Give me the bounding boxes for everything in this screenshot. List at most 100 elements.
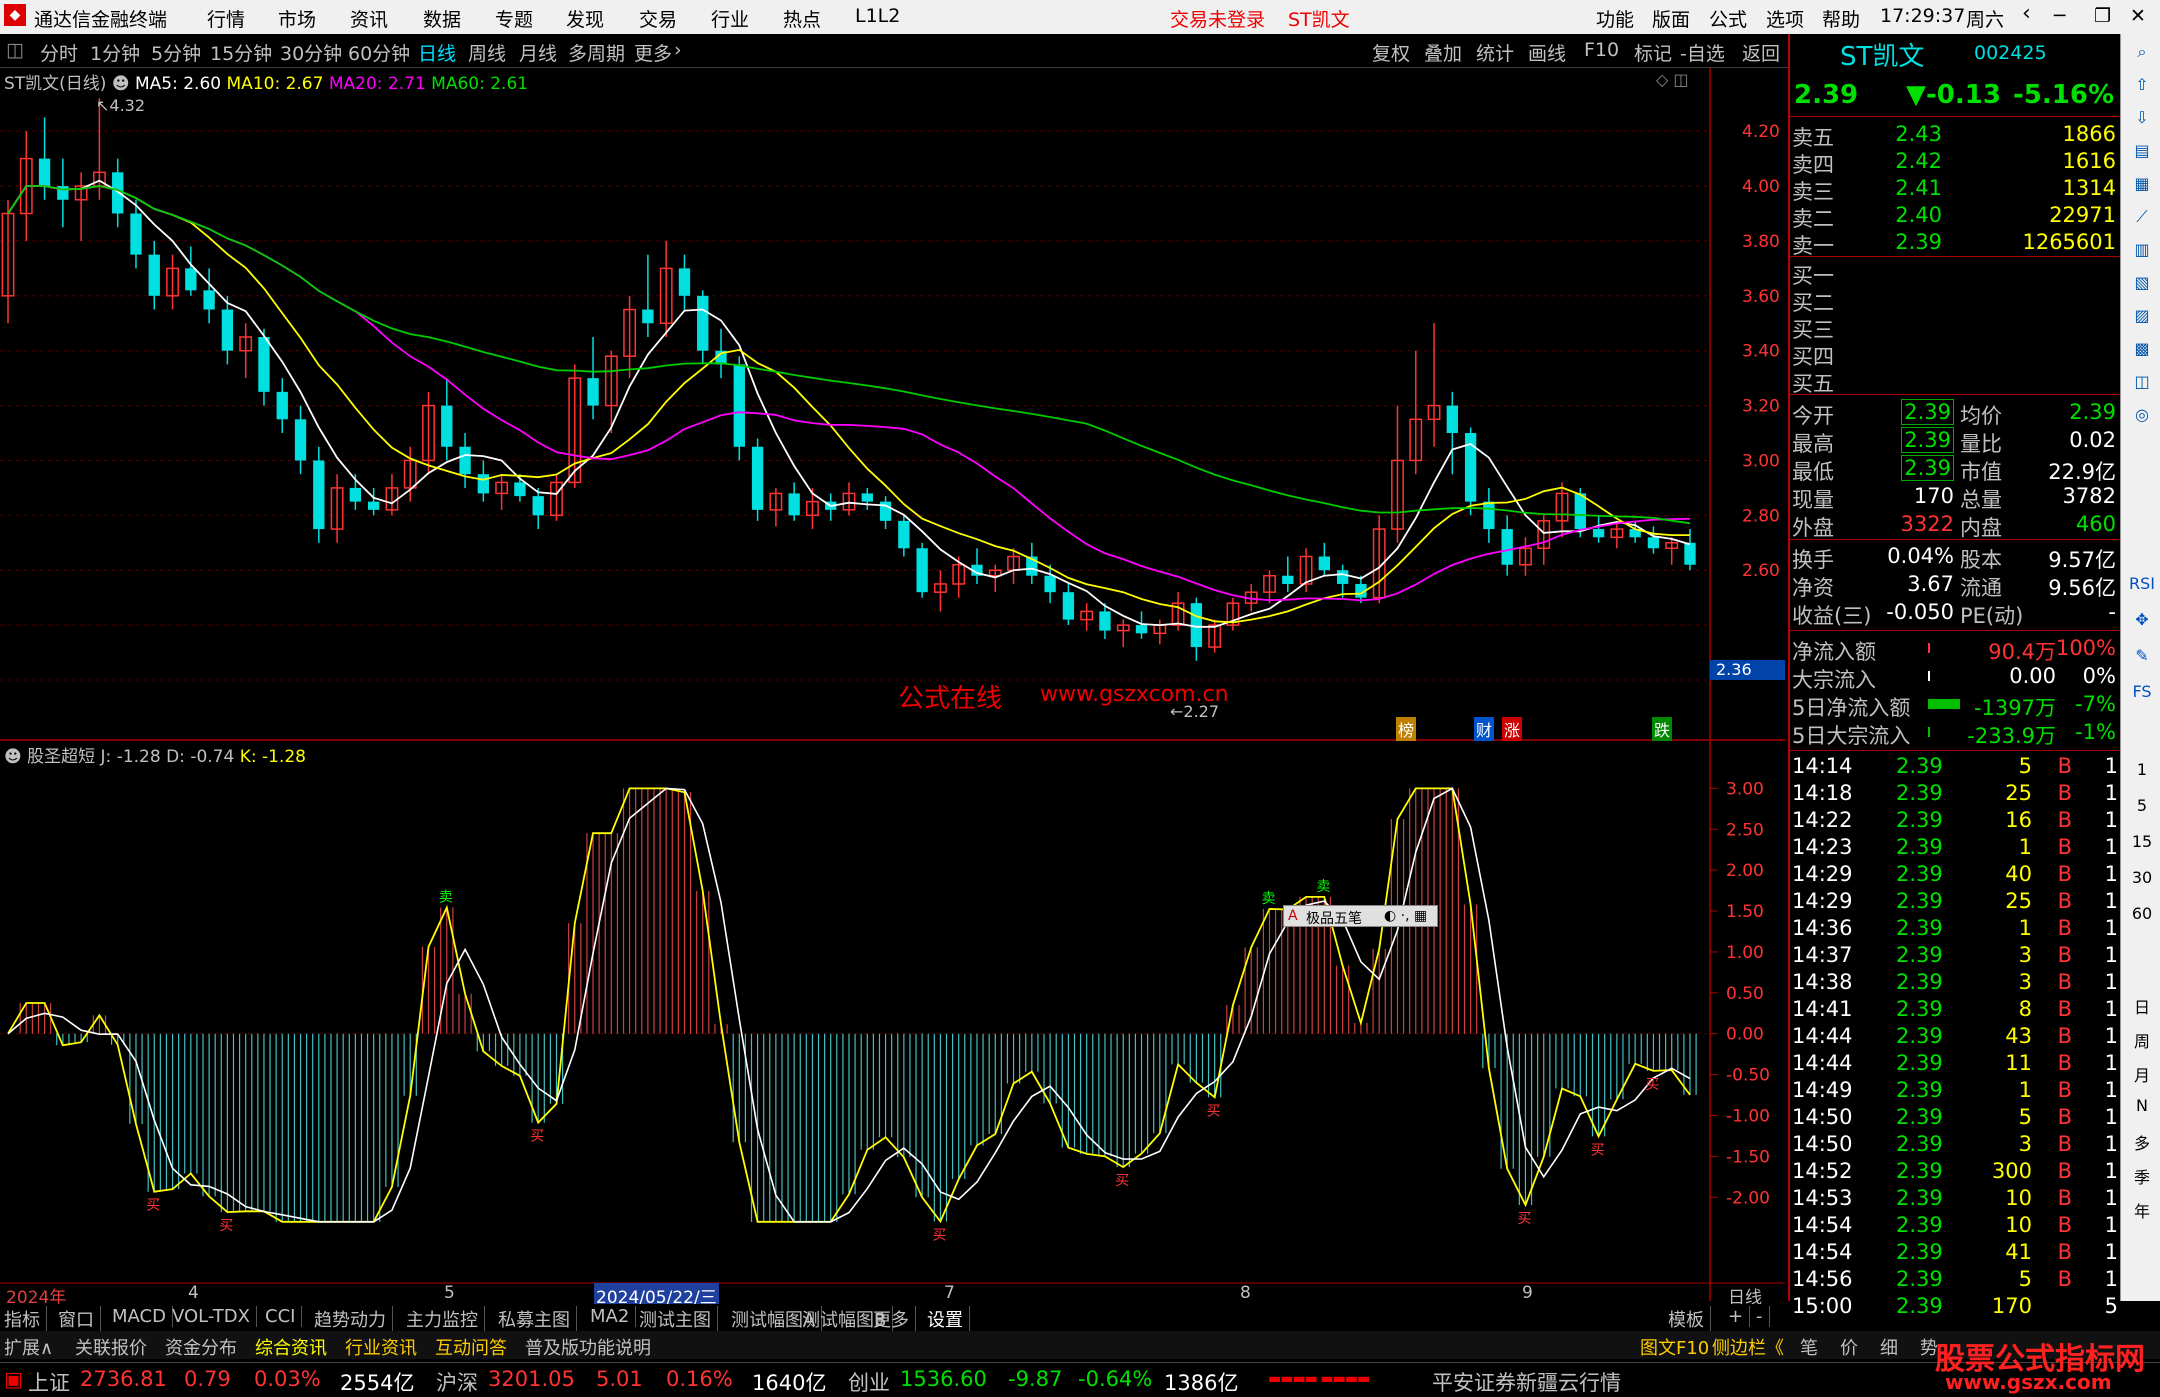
period-more[interactable]: 更多	[634, 39, 672, 66]
menu-data[interactable]: 数据	[423, 5, 461, 32]
back-icon[interactable]: ‹	[2022, 1, 2031, 26]
indicator-tab[interactable]: 私募主图	[498, 1306, 577, 1332]
indicator-tab[interactable]: 趋势动力	[314, 1306, 393, 1332]
event-down-icon[interactable]: 跌	[1652, 717, 1673, 741]
bottom-right-tab[interactable]: 图文F10	[1640, 1334, 1709, 1360]
bottom-right-tab[interactable]: 笔	[1800, 1334, 1818, 1360]
menu-function[interactable]: 功能	[1596, 5, 1634, 32]
menu-hot[interactable]: 热点	[783, 5, 821, 32]
tool-watchlist[interactable]: -自选	[1680, 39, 1725, 66]
side-tool-icon[interactable]: ⇩	[2129, 108, 2155, 127]
side-tool-icon[interactable]: FS	[2129, 682, 2155, 701]
cy-label[interactable]: 创业	[848, 1367, 890, 1397]
side-period-4[interactable]: 多	[2129, 1130, 2155, 1154]
tab-control[interactable]: 模板	[1668, 1306, 1711, 1332]
indicator-tab[interactable]: 测试主图	[639, 1306, 718, 1332]
chart-options-icons[interactable]: ◇ ◫	[1656, 70, 1689, 89]
side-period-7[interactable]: 1	[2129, 760, 2155, 779]
sz-label[interactable]: 沪深	[436, 1367, 478, 1397]
menu-topic[interactable]: 专题	[495, 5, 533, 32]
indicator-tab[interactable]: VOL-TDX	[172, 1306, 257, 1327]
tool-mark[interactable]: 标记	[1634, 39, 1672, 66]
period-15min[interactable]: 15分钟	[210, 39, 272, 66]
side-tool-icon[interactable]: ⇧	[2129, 75, 2155, 94]
sh-label[interactable]: 上证	[28, 1367, 70, 1397]
bottom-tab[interactable]: 互动问答	[435, 1334, 507, 1360]
event-finance-icon[interactable]: 财	[1474, 717, 1495, 741]
side-tool-icon[interactable]: ▨	[2129, 306, 2155, 325]
menu-hq[interactable]: 行情	[207, 5, 245, 32]
side-period-6[interactable]: 年	[2129, 1198, 2155, 1222]
side-period-10[interactable]: 30	[2129, 868, 2155, 887]
side-tool-icon[interactable]: ▦	[2129, 174, 2155, 193]
tool-overlay[interactable]: 叠加	[1424, 39, 1462, 66]
event-up-icon[interactable]: 涨	[1502, 717, 1523, 741]
bottom-tab[interactable]: 综合资讯	[255, 1334, 327, 1360]
menu-industry[interactable]: 行业	[711, 5, 749, 32]
indicator-tab[interactable]: 窗口	[58, 1306, 101, 1332]
side-period-5[interactable]: 季	[2129, 1164, 2155, 1188]
period-multi[interactable]: 多周期	[568, 39, 625, 66]
ime-mode-icon[interactable]: ◐ ·, ▦	[1384, 908, 1427, 924]
side-period-3[interactable]: N	[2129, 1096, 2155, 1115]
bottom-tab[interactable]: 普及版功能说明	[525, 1334, 651, 1360]
menu-help[interactable]: 帮助	[1822, 5, 1860, 32]
period-5min[interactable]: 5分钟	[151, 39, 201, 66]
side-period-8[interactable]: 5	[2129, 796, 2155, 815]
bottom-tab[interactable]: 行业资讯	[345, 1334, 417, 1360]
menu-news[interactable]: 资讯	[350, 5, 388, 32]
tool-back[interactable]: 返回	[1742, 39, 1780, 66]
tool-stats[interactable]: 统计	[1476, 39, 1514, 66]
side-period-9[interactable]: 15	[2129, 832, 2155, 851]
side-period-0[interactable]: 日	[2129, 994, 2155, 1018]
menu-market[interactable]: 市场	[278, 5, 316, 32]
bottom-tab[interactable]: 资金分布	[165, 1334, 237, 1360]
side-tool-icon[interactable]: RSI	[2129, 574, 2155, 593]
side-tool-icon[interactable]: ◎	[2129, 405, 2155, 424]
sub-settings-icon[interactable]: ☻	[4, 747, 22, 767]
bottom-right-tab[interactable]: 细	[1880, 1334, 1898, 1360]
period-1min[interactable]: 1分钟	[90, 39, 140, 66]
bottom-tab[interactable]: 扩展∧	[4, 1334, 53, 1360]
tool-adjust[interactable]: 复权	[1372, 39, 1410, 66]
indicator-tab[interactable]: MA2	[590, 1306, 637, 1327]
bottom-tab[interactable]: 关联报价	[75, 1334, 147, 1360]
indicator-tab[interactable]: 设置	[927, 1306, 970, 1332]
menu-formula[interactable]: 公式	[1709, 5, 1747, 32]
side-period-2[interactable]: 月	[2129, 1062, 2155, 1086]
side-tool-icon[interactable]: ▩	[2129, 339, 2155, 358]
side-tool-icon[interactable]: ⟋	[2129, 207, 2155, 227]
tool-f10[interactable]: F10	[1584, 39, 1619, 61]
close-icon[interactable]: ✕	[2130, 5, 2146, 27]
side-tool-icon[interactable]: ▥	[2129, 240, 2155, 259]
side-tool-icon[interactable]: ⌕	[2129, 42, 2155, 62]
period-minute[interactable]: 分时	[40, 39, 78, 66]
side-period-11[interactable]: 60	[2129, 904, 2155, 923]
indicator-tab[interactable]: 指标	[4, 1306, 47, 1332]
ime-toolbar[interactable]: A 极品五笔 ◐ ·, ▦	[1283, 905, 1438, 927]
period-30min[interactable]: 30分钟	[280, 39, 342, 66]
indicator-tab[interactable]: MACD	[112, 1306, 173, 1327]
tab-control[interactable]: +	[1728, 1306, 1751, 1327]
period-day[interactable]: 日线	[418, 39, 456, 66]
indicator-tab[interactable]: 主力监控	[406, 1306, 485, 1332]
indicator-tab[interactable]: CCI	[265, 1306, 303, 1327]
menu-discover[interactable]: 发现	[566, 5, 604, 32]
bottom-right-tab[interactable]: 价	[1840, 1334, 1858, 1360]
menu-trade[interactable]: 交易	[639, 5, 677, 32]
indicator-tab[interactable]: 更多	[873, 1306, 916, 1332]
menu-options[interactable]: 选项	[1766, 5, 1804, 32]
side-period-1[interactable]: 周	[2129, 1028, 2155, 1052]
period-month[interactable]: 月线	[519, 39, 557, 66]
event-rank-icon[interactable]: 榜	[1396, 717, 1417, 741]
side-tool-icon[interactable]: ▤	[2129, 141, 2155, 160]
side-tool-icon[interactable]: ✎	[2129, 646, 2155, 665]
menu-l1l2[interactable]: L1L2	[855, 5, 900, 27]
tool-draw[interactable]: 画线	[1528, 39, 1566, 66]
minimize-icon[interactable]: ─	[2054, 5, 2065, 27]
sidebar-toggle-icon[interactable]: ◫	[6, 39, 24, 61]
side-tool-icon[interactable]: ▧	[2129, 273, 2155, 292]
restore-icon[interactable]: ❐	[2094, 5, 2111, 27]
period-60min[interactable]: 60分钟	[348, 39, 410, 66]
chevron-right-icon[interactable]: ›	[674, 39, 682, 61]
